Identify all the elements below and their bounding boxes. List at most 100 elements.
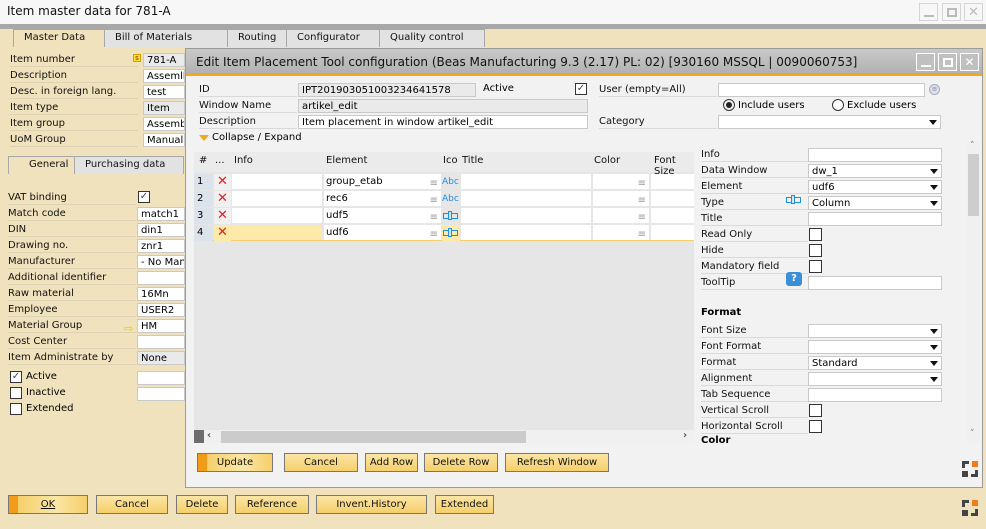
field-value[interactable]: Assembly (143, 117, 185, 131)
maximize-button[interactable] (942, 3, 961, 21)
delete-row-icon[interactable]: ✕ (214, 174, 231, 190)
delete-button[interactable]: Delete (176, 495, 228, 514)
close-button[interactable]: ✕ (964, 3, 983, 21)
scroll-up-icon[interactable]: ˄ (970, 141, 975, 151)
dialog-minimize-button[interactable] (916, 53, 935, 71)
field-value[interactable]: Item (143, 101, 185, 115)
field-value[interactable] (137, 271, 185, 285)
field-value[interactable]: USER2 (137, 303, 185, 317)
scroll-thumb[interactable] (221, 431, 526, 443)
delete-row-icon[interactable]: ✕ (214, 191, 231, 207)
list-icon[interactable]: ≡ (638, 227, 646, 242)
vertical-scroll-checkbox[interactable] (809, 404, 822, 417)
font-size-cell[interactable] (651, 174, 694, 189)
field-value[interactable]: - No Manufacturer - (137, 255, 185, 269)
font-format-select[interactable] (808, 340, 942, 354)
title-cell[interactable] (461, 225, 591, 240)
title-cell[interactable] (461, 191, 591, 206)
column-header[interactable]: ... (215, 155, 225, 166)
font-size-select[interactable] (808, 324, 942, 338)
tab-bill-of-materials[interactable]: Bill of Materials (104, 29, 228, 47)
element-cell[interactable]: rec6 ≡ (324, 191, 441, 206)
column-header[interactable]: Info (234, 155, 253, 166)
tab-quality-control[interactable]: Quality control (379, 29, 485, 47)
column-header[interactable]: Title (462, 155, 483, 166)
dialog-close-button[interactable]: ✕ (960, 53, 979, 71)
font-size-cell[interactable] (651, 225, 694, 240)
format-select[interactable]: Standard (808, 356, 942, 370)
scroll-left-icon[interactable]: ‹ (207, 430, 211, 441)
element-select[interactable]: udf6 (808, 180, 942, 194)
props-vertical-scrollbar[interactable]: ˄ ˅ (967, 141, 980, 443)
table-row[interactable]: 2 ✕ rec6 ≡ Abc ≡ (194, 191, 694, 207)
category-select[interactable] (718, 115, 941, 129)
column-header[interactable]: # (199, 155, 207, 166)
alignment-select[interactable] (808, 372, 942, 386)
element-cell[interactable]: udf5 ≡ (324, 208, 441, 223)
list-icon[interactable]: ≡ (638, 210, 646, 225)
mandatory-checkbox[interactable] (809, 260, 822, 273)
color-cell[interactable]: ≡ (593, 225, 649, 240)
user-field[interactable] (718, 83, 925, 97)
field-value[interactable]: 781-A (143, 53, 185, 67)
column-header[interactable]: Ico (443, 155, 458, 166)
refresh-window-button[interactable]: Refresh Window (505, 453, 609, 472)
tooltip-field[interactable] (808, 276, 942, 290)
dialog-resize-grip-icon[interactable] (962, 461, 978, 477)
grid-horizontal-scrollbar[interactable]: ‹ › (194, 430, 694, 443)
read-only-checkbox[interactable] (809, 228, 822, 241)
field-value[interactable]: None (137, 351, 185, 365)
cancel-button[interactable]: Cancel (96, 495, 168, 514)
font-size-cell[interactable] (651, 208, 694, 223)
status-checkbox[interactable] (10, 387, 22, 399)
field-value[interactable]: Manual (143, 133, 185, 147)
list-icon[interactable]: ≡ (430, 210, 438, 225)
status-checkbox[interactable] (10, 403, 22, 415)
list-icon[interactable]: ≡ (430, 176, 438, 191)
field-value[interactable]: din1 (137, 223, 185, 237)
field-value[interactable]: test (143, 85, 185, 99)
delete-row-button[interactable]: Delete Row (424, 453, 498, 472)
color-cell[interactable]: ≡ (593, 191, 649, 206)
list-icon[interactable]: ≡ (430, 193, 438, 208)
list-icon[interactable]: ≡ (929, 84, 940, 95)
include-users-radio[interactable]: Include users (723, 99, 805, 111)
color-cell[interactable]: ≡ (593, 208, 649, 223)
title-cell[interactable] (461, 174, 591, 189)
list-icon[interactable]: ≡ (638, 176, 646, 191)
field-value[interactable]: znr1 (137, 239, 185, 253)
minimize-button[interactable] (919, 3, 938, 21)
ok-button[interactable]: OK (8, 495, 88, 514)
delete-row-icon[interactable]: ✕ (214, 225, 231, 241)
tab-configurator[interactable]: Configurator (286, 29, 380, 47)
dialog-maximize-button[interactable] (938, 53, 957, 71)
column-header[interactable]: Element (326, 155, 367, 166)
font-size-cell[interactable] (651, 191, 694, 206)
subtab-general[interactable]: General (8, 156, 75, 174)
link-icon[interactable]: s (133, 54, 141, 62)
table-row[interactable]: 3 ✕ udf5 ≡ ≡ (194, 208, 694, 224)
description-field[interactable]: Item placement in window artikel_edit (298, 115, 588, 129)
title-cell[interactable] (461, 208, 591, 223)
info-cell[interactable] (232, 225, 322, 240)
exclude-users-radio[interactable]: Exclude users (832, 99, 916, 111)
field-value[interactable]: HM (137, 319, 185, 333)
table-row[interactable]: 1 ✕ group_etab ≡ Abc ≡ (194, 174, 694, 190)
info-field[interactable] (808, 148, 942, 162)
tab-master-data[interactable]: Master Data (13, 29, 105, 47)
status-checkbox[interactable]: ✓ (10, 371, 22, 383)
vat-binding-checkbox[interactable]: ✓ (138, 191, 150, 203)
element-cell[interactable]: group_etab ≡ (324, 174, 441, 189)
dialog-cancel-button[interactable]: Cancel (284, 453, 358, 472)
list-icon[interactable]: ≡ (430, 227, 438, 242)
extended-button[interactable]: Extended (435, 495, 494, 514)
data-window-select[interactable]: dw_1 (808, 164, 942, 178)
type-select[interactable]: Column (808, 196, 942, 210)
resize-grip-icon[interactable] (962, 500, 978, 516)
scroll-down-icon[interactable]: ˅ (970, 429, 975, 439)
list-icon[interactable]: ≡ (638, 193, 646, 208)
subtab-purchasing-data[interactable]: Purchasing data (74, 156, 184, 174)
tab-sequence-field[interactable] (808, 388, 942, 402)
color-cell[interactable]: ≡ (593, 174, 649, 189)
add-row-button[interactable]: Add Row (365, 453, 418, 472)
